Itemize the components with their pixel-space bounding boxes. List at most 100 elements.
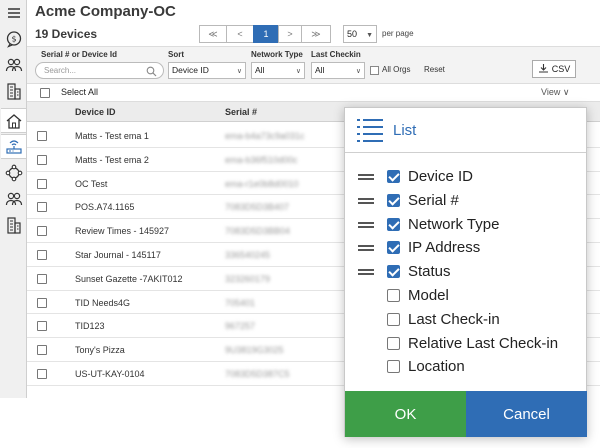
device-id-cell[interactable]: OC Test [75,179,107,189]
row-checkbox[interactable] [37,131,47,141]
device-id-cell[interactable]: TID123 [75,321,105,331]
chevron-down-icon: ∨ [355,68,361,75]
device-id-cell[interactable]: Review Times - 145927 [75,226,169,236]
drag-handle-icon[interactable] [358,269,374,276]
cancel-button[interactable]: Cancel [466,391,587,437]
column-option-checkbox[interactable] [387,193,400,207]
last-page-button[interactable]: ≫ [301,25,331,43]
select-all-bar: Select All View ∨ [27,84,600,102]
row-checkbox[interactable] [37,368,47,379]
home-icon[interactable] [1,108,26,133]
column-option[interactable]: Device ID [345,166,586,190]
column-option-label: Serial # [408,191,459,209]
csv-export-button[interactable]: CSV [532,60,576,78]
column-option[interactable]: Status [345,261,586,285]
serial-cell: 7083D5D387C5 [225,368,290,379]
row-checkbox[interactable] [37,154,47,165]
pagination: ≪ < 1 > ≫ [199,25,331,43]
column-option-label: Model [408,287,449,304]
next-page-button[interactable]: > [278,25,302,43]
column-option-checkbox[interactable] [387,336,400,350]
device-id-cell[interactable]: Tony's Pizza [75,345,125,355]
row-checkbox[interactable] [37,345,47,356]
column-option-checkbox[interactable] [387,217,400,231]
column-option[interactable]: Serial # [345,190,586,214]
row-checkbox[interactable] [37,273,47,284]
filter-bar: Serial # or Device Id Search... Sort Dev… [27,46,600,84]
row-checkbox[interactable] [37,226,47,237]
network-type-select[interactable]: All ∨ [251,62,305,79]
prev-page-button[interactable]: < [226,25,254,43]
per-page-select[interactable]: 50 ▼ [343,25,377,43]
row-checkbox[interactable] [37,202,47,213]
column-option[interactable]: Model [345,285,586,309]
building-icon[interactable] [1,212,26,237]
column-option-checkbox[interactable] [387,241,400,255]
page-title: Acme Company-OC [35,3,176,20]
column-option[interactable]: Network Type [345,214,586,238]
network-icon[interactable] [1,160,26,185]
support-chat-icon[interactable]: $ [1,26,26,51]
column-option[interactable]: IP Address [345,237,586,261]
users-icon[interactable] [1,52,26,77]
serial-cell: 967257 [225,321,256,332]
column-option-checkbox[interactable] [387,170,400,183]
column-header-serial[interactable]: Serial # [225,107,257,117]
row-checkbox[interactable] [37,178,47,189]
sort-select[interactable]: Device ID ∨ [168,62,246,79]
svg-text:$: $ [11,34,16,43]
last-checkin-label: Last Checkin [311,50,361,59]
csv-label: CSV [551,64,571,74]
device-id-cell[interactable]: TID Needs4G [75,298,130,308]
row-checkbox[interactable] [37,249,47,260]
select-all-label: Select All [61,87,99,97]
per-page-label: per page [382,29,414,38]
device-id-cell[interactable]: US-UT-KAY-0104 [75,369,145,379]
router-icon[interactable] [1,134,26,159]
column-option-label: Last Check-in [408,310,500,328]
device-id-cell[interactable]: Matts - Test ema 1 [75,131,149,141]
drag-handle-icon[interactable] [358,221,374,228]
row-checkbox[interactable] [37,297,47,308]
menu-icon[interactable] [1,0,26,25]
buildings-icon[interactable] [1,78,26,103]
reset-link[interactable]: Reset [424,65,445,74]
serial-cell: ema-b4a73c9a031c [225,131,305,141]
network-type-label: Network Type [251,50,303,59]
drag-handle-icon[interactable] [358,245,374,252]
column-option-label: Location [408,358,465,376]
search-icon[interactable] [146,64,157,82]
column-option-checkbox[interactable] [387,265,400,279]
chevron-down-icon: ∨ [562,87,570,97]
serial-cell: 336540245 [225,249,271,260]
ok-button[interactable]: OK [345,391,466,437]
last-checkin-select[interactable]: All ∨ [311,62,365,79]
column-option[interactable]: Relative Last Check-in [345,333,586,357]
column-chooser-title: List [393,122,417,139]
device-id-cell[interactable]: Matts - Test ema 2 [75,155,149,165]
people-icon[interactable] [1,186,26,211]
column-option-checkbox[interactable] [387,289,400,302]
device-id-cell[interactable]: Star Journal - 145117 [75,250,161,260]
select-all-checkbox[interactable] [40,88,50,98]
column-option[interactable]: Last Check-in [345,309,586,333]
drag-handle-icon[interactable] [358,197,374,204]
first-page-button[interactable]: ≪ [199,25,227,43]
drag-handle-icon[interactable] [358,174,374,180]
device-id-cell[interactable]: Sunset Gazette -7AKIT012 [75,274,183,284]
serial-cell: 7083D5D3BB04 [225,226,291,237]
column-option[interactable]: Location [345,356,586,380]
all-orgs-checkbox[interactable] [370,66,379,75]
serial-cell: 323260179 [225,273,271,284]
current-page-button[interactable]: 1 [253,25,279,43]
chevron-down-icon: ∨ [236,68,242,75]
row-checkbox[interactable] [37,321,47,332]
device-id-cell[interactable]: POS.A74.1165 [75,202,134,212]
view-menu[interactable]: View ∨ [541,87,569,98]
per-page-value: 50 [347,29,358,39]
download-icon [538,63,549,75]
column-option-checkbox[interactable] [387,360,400,374]
search-input[interactable]: Search... [35,62,164,79]
column-option-checkbox[interactable] [387,312,400,326]
column-header-device-id[interactable]: Device ID [75,107,116,117]
